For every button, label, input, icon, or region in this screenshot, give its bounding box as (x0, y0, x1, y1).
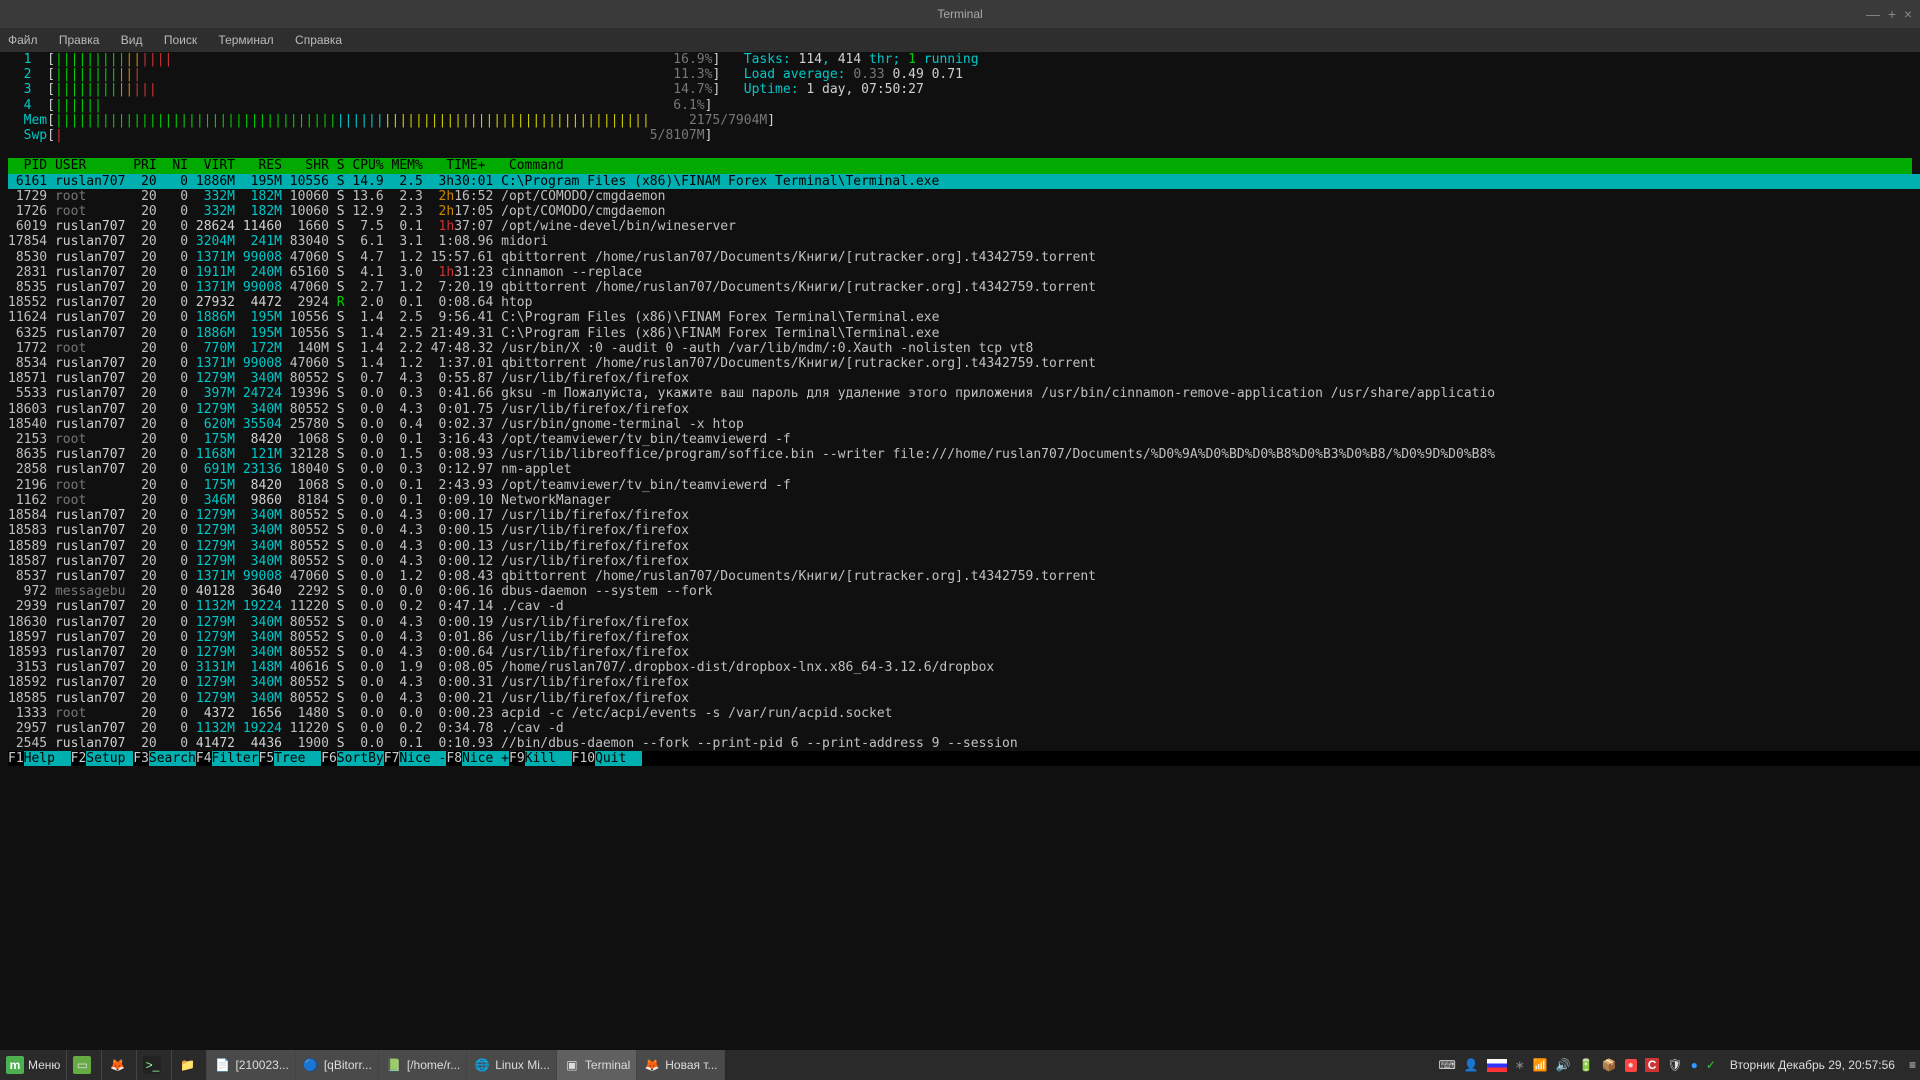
show-desktop-button[interactable]: ▭ (67, 1050, 102, 1080)
app-icon: 📗 (385, 1056, 403, 1074)
app-icon: ▣ (563, 1056, 581, 1074)
bluetooth-icon[interactable]: ∗ (1515, 1058, 1525, 1072)
terminal-icon: >_ (143, 1056, 161, 1074)
taskbar-task[interactable]: 🌐Linux Mi... (467, 1050, 557, 1080)
menu-file[interactable]: Файл (8, 33, 38, 47)
menubar[interactable]: Файл Правка Вид Поиск Терминал Справка (0, 28, 1920, 52)
menu-view[interactable]: Вид (121, 33, 143, 47)
comodo-icon[interactable]: C (1645, 1058, 1660, 1072)
taskbar-task[interactable]: ▣Terminal (557, 1050, 637, 1080)
terminal-content[interactable]: 1 [||||||||||||||| 16.9%] Tasks: 114, 41… (0, 52, 1920, 1050)
folder-icon: 📁 (178, 1056, 196, 1074)
menu-edit[interactable]: Правка (59, 33, 100, 47)
dropbox-icon[interactable]: 📦 (1602, 1058, 1617, 1072)
desktop-icon: ▭ (73, 1056, 91, 1074)
clock[interactable]: Вторник Декабрь 29, 20:57:56 (1730, 1058, 1895, 1072)
network-icon[interactable]: 📶 (1533, 1058, 1548, 1072)
taskbar-task[interactable]: 🔵[qBitorr... (296, 1050, 379, 1080)
menu-icon[interactable]: ≡ (1909, 1058, 1916, 1072)
volume-icon[interactable]: 🔊 (1556, 1058, 1571, 1072)
app-icon: 🌐 (473, 1056, 491, 1074)
menu-terminal[interactable]: Терминал (218, 33, 273, 47)
taskbar[interactable]: mМеню ▭ 🦊 >_ 📁 📄[210023...🔵[qBitorr...📗[… (0, 1050, 1920, 1080)
terminal-launcher[interactable]: >_ (137, 1050, 172, 1080)
taskbar-task[interactable]: 📄[210023... (207, 1050, 295, 1080)
tray-icon-1[interactable]: ● (1625, 1059, 1637, 1072)
qbittorrent-tray-icon[interactable]: ● (1691, 1058, 1698, 1072)
mint-logo-icon: m (6, 1056, 24, 1074)
system-tray[interactable]: ⌨ 👤 ∗ 📶 🔊 🔋 📦 ● C 🛡 ● ✓ Вторник Декабрь … (1434, 1058, 1920, 1072)
firefox-launcher[interactable]: 🦊 (102, 1050, 137, 1080)
flag-ru-icon[interactable] (1487, 1059, 1507, 1072)
shield-icon[interactable]: 🛡 (1667, 1058, 1682, 1072)
battery-icon[interactable]: 🔋 (1579, 1058, 1594, 1072)
taskbar-task[interactable]: 📗[/home/r... (379, 1050, 467, 1080)
window-titlebar[interactable]: Terminal — + × (0, 0, 1920, 28)
start-menu-button[interactable]: mМеню (0, 1050, 67, 1080)
window-buttons[interactable]: — + × (1866, 0, 1912, 28)
firefox-icon: 🦊 (108, 1056, 126, 1074)
app-icon: 🦊 (643, 1056, 661, 1074)
user-icon[interactable]: 👤 (1464, 1058, 1479, 1072)
files-launcher[interactable]: 📁 (172, 1050, 207, 1080)
app-icon: 📄 (213, 1056, 231, 1074)
menu-help[interactable]: Справка (295, 33, 342, 47)
keyboard-icon[interactable]: ⌨ (1438, 1058, 1455, 1072)
updates-icon[interactable]: ✓ (1706, 1058, 1716, 1072)
app-icon: 🔵 (302, 1056, 320, 1074)
window-title: Terminal (937, 7, 982, 21)
menu-search[interactable]: Поиск (164, 33, 197, 47)
taskbar-task[interactable]: 🦊Новая т... (637, 1050, 724, 1080)
